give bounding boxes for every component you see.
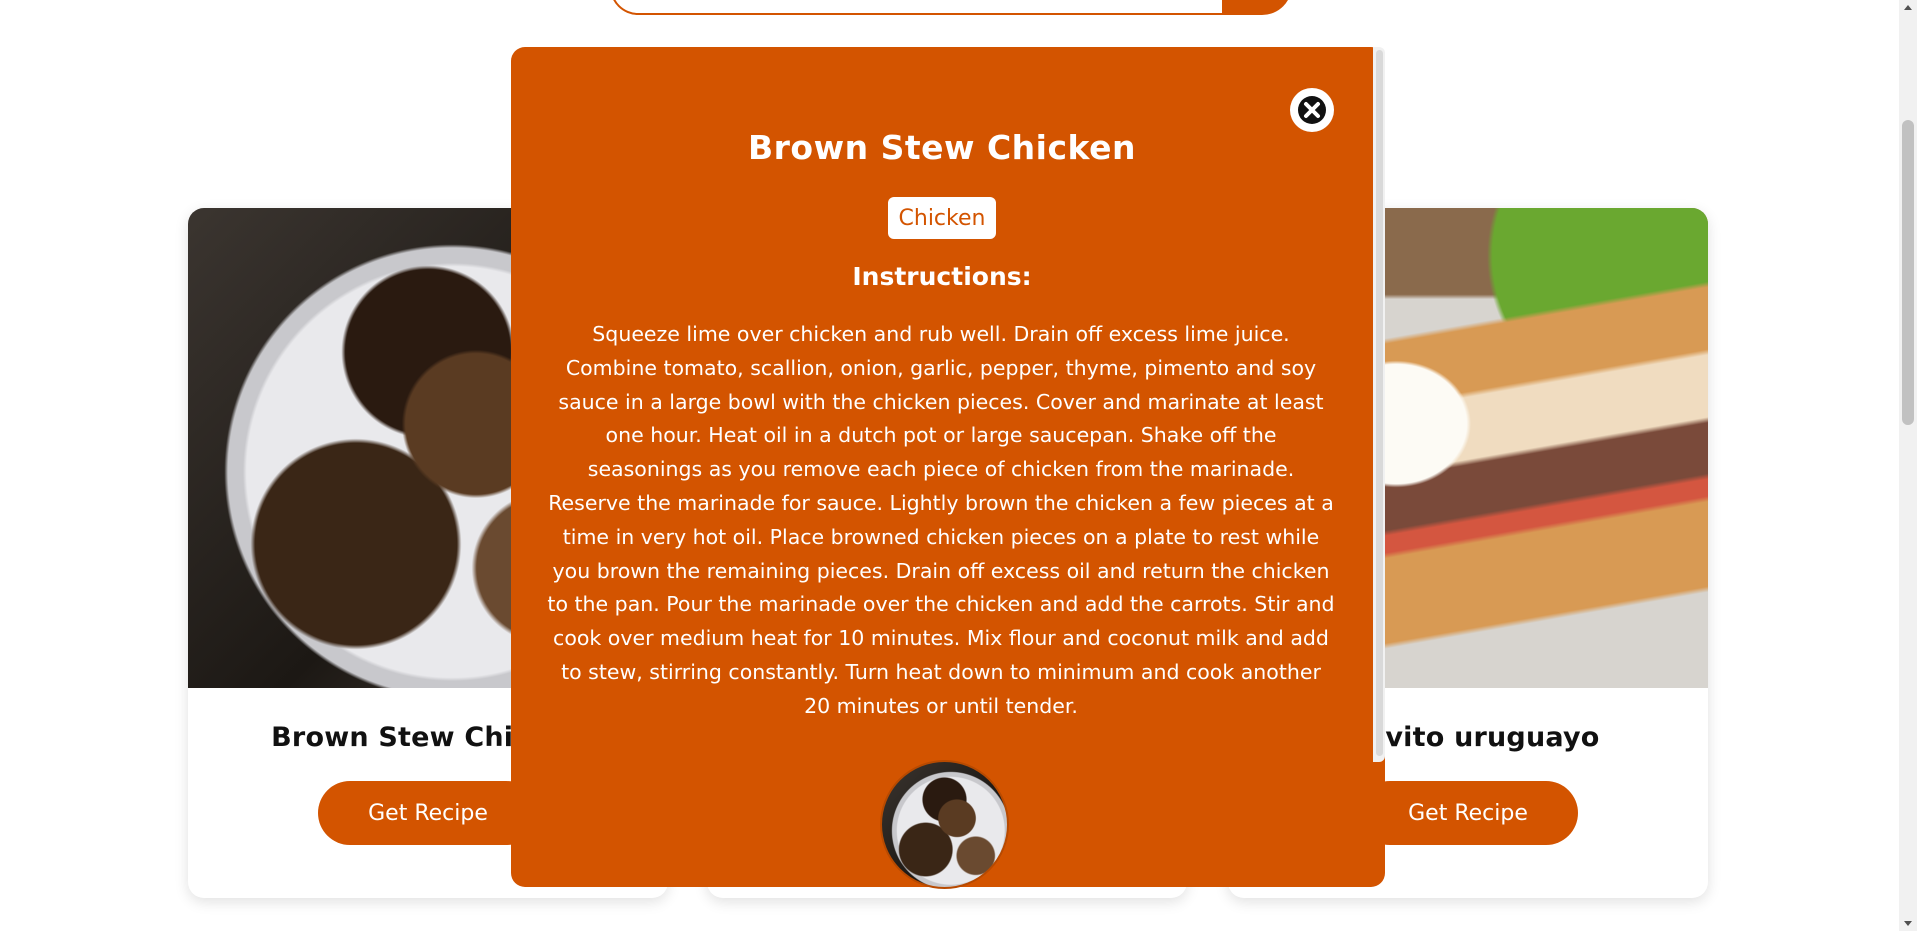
scroll-up-icon[interactable] <box>1904 5 1912 10</box>
instructions-heading: Instructions: <box>852 262 1032 291</box>
scroll-down-icon[interactable] <box>1904 921 1912 926</box>
recipe-thumbnail <box>880 760 1009 889</box>
close-icon <box>1298 96 1326 124</box>
search-bar <box>610 0 1292 15</box>
search-input[interactable] <box>610 0 1224 15</box>
category-badge: Chicken <box>888 197 996 239</box>
search-button[interactable] <box>1222 0 1292 15</box>
page-scrollbar-thumb[interactable] <box>1902 120 1914 425</box>
modal-scrollbar-thumb[interactable] <box>1376 50 1383 756</box>
page-scrollbar[interactable] <box>1899 0 1917 931</box>
modal-title: Brown Stew Chicken <box>748 128 1136 167</box>
get-recipe-button[interactable]: Get Recipe <box>318 781 538 845</box>
get-recipe-button[interactable]: Get Recipe <box>1358 781 1578 845</box>
instructions-text: Squeeze lime over chicken and rub well. … <box>547 322 1335 718</box>
close-button[interactable] <box>1290 88 1334 132</box>
